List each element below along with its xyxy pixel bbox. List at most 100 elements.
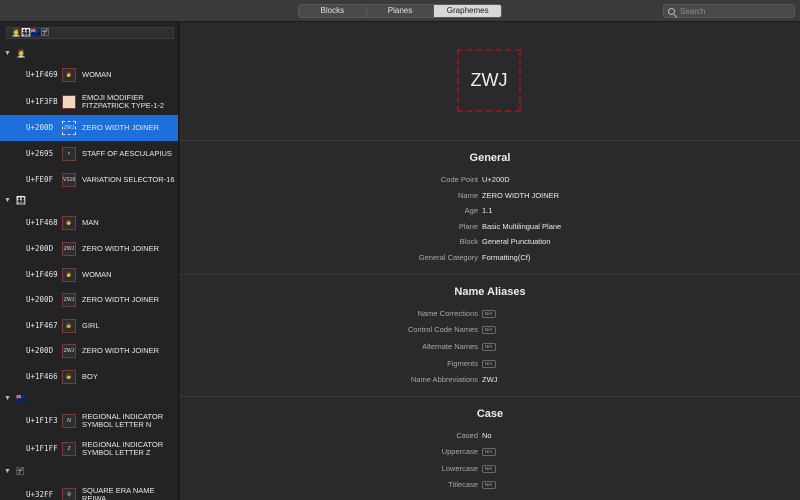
- list-item[interactable]: U+FE0F VS16 VARIATION SELECTOR-16: [0, 167, 178, 193]
- code-point: U+1F1FF: [26, 444, 58, 453]
- view-segmented-control[interactable]: Blocks Planes Graphemes: [298, 4, 502, 18]
- tab-graphemes[interactable]: Graphemes: [434, 5, 501, 17]
- group-header[interactable]: ▼ 🈓: [0, 465, 178, 479]
- prop-value: Formatting(Cf): [482, 253, 531, 262]
- glyph-box: ZWJ: [62, 242, 76, 256]
- list-item[interactable]: U+1F469 👩 WOMAN: [0, 62, 178, 88]
- search-input[interactable]: [680, 6, 790, 16]
- divider: [180, 274, 800, 275]
- char-name: WOMAN: [82, 69, 112, 79]
- prop-cased: Cased No: [180, 429, 800, 443]
- prop-key: Alternate Names: [422, 342, 478, 351]
- na-badge: N/A: [482, 360, 496, 369]
- list-item-selected[interactable]: U+200D ZWJ ZERO WIDTH JOINER: [0, 115, 178, 141]
- list-item[interactable]: U+1F3FB EMOJI MODIFIER FITZPATRICK TYPE-…: [0, 89, 178, 115]
- glyph-box: ⚕: [62, 147, 76, 161]
- char-name: SQUARE ERA NAME REIWA: [82, 485, 155, 500]
- glyph-box: N: [62, 414, 76, 428]
- disclosure-triangle-icon[interactable]: ▼: [4, 47, 11, 61]
- divider: [180, 140, 800, 141]
- prop-key: Name: [457, 191, 478, 200]
- prop-key: Age: [464, 206, 478, 215]
- prop-plane: Plane Basic Multilingual Plane: [180, 220, 800, 234]
- prop-key: Uppercase: [441, 447, 478, 456]
- detail-pane: ZWJ General Code Point U+200D Name ZERO WI…: [180, 22, 800, 500]
- list-item[interactable]: U+2695 ⚕ STAFF OF AESCULAPIUS: [0, 141, 178, 167]
- grapheme-input[interactable]: 👩‍⚕️👨‍👩‍👧‍👦🇳🇿🈓: [6, 27, 174, 39]
- group-glyph: 🇳🇿: [16, 394, 26, 403]
- glyph-box: 👨: [62, 216, 76, 230]
- glyph-box: ZWJ: [62, 121, 76, 135]
- disclosure-triangle-icon[interactable]: ▼: [4, 194, 11, 208]
- char-name: ZERO WIDTH JOINER: [82, 243, 160, 253]
- group-header[interactable]: ▼ 🇳🇿: [0, 392, 178, 406]
- disclosure-triangle-icon[interactable]: ▼: [4, 392, 11, 406]
- list-item[interactable]: U+1F1FF Z REGIONAL INDICATOR SYMBOL LETT…: [0, 436, 178, 462]
- prop-key: General Category: [418, 253, 478, 262]
- list-item[interactable]: U+1F466 👦 BOY: [0, 364, 178, 390]
- code-point: U+1F467: [26, 321, 58, 330]
- prop-key: Block: [459, 237, 478, 246]
- char-name: BOY: [82, 371, 98, 381]
- prop-name-corrections: Name Corrections N/A: [180, 307, 800, 321]
- divider: [180, 396, 800, 397]
- list-item[interactable]: U+200D ZWJ ZERO WIDTH JOINER: [0, 236, 178, 262]
- na-badge: N/A: [482, 465, 496, 474]
- code-point: U+1F1F3: [26, 416, 58, 425]
- code-point: U+1F469: [26, 70, 58, 79]
- prop-control-code-names: Control Code Names N/A: [180, 323, 800, 337]
- group-header[interactable]: ▼ 👩‍⚕️: [0, 47, 178, 61]
- search-icon: [668, 7, 675, 15]
- list-item[interactable]: U+200D ZWJ ZERO WIDTH JOINER: [0, 338, 178, 364]
- glyph-box: Z: [62, 442, 76, 456]
- list-item[interactable]: U+1F468 👨 MAN: [0, 210, 178, 236]
- prop-key: Name Corrections: [417, 309, 478, 318]
- list-item[interactable]: U+1F467 👧 GIRL: [0, 313, 178, 339]
- group-glyph: 👩‍⚕️: [16, 49, 26, 58]
- prop-value: U+200D: [482, 175, 510, 184]
- list-item[interactable]: U+200D ZWJ ZERO WIDTH JOINER: [0, 287, 178, 313]
- char-name: REGIONAL INDICATOR SYMBOL LETTER Z: [82, 439, 164, 457]
- glyph-preview: ZWJ: [457, 49, 521, 112]
- prop-titlecase: Titlecase N/A: [180, 478, 800, 492]
- code-point: U+200D: [26, 244, 54, 253]
- char-name: ZERO WIDTH JOINER: [82, 345, 160, 355]
- prop-key: Lowercase: [441, 464, 478, 473]
- list-item[interactable]: U+1F1F3 N REGIONAL INDICATOR SYMBOL LETT…: [0, 408, 178, 434]
- tab-planes[interactable]: Planes: [367, 5, 435, 17]
- group-glyph: 🈓: [16, 467, 24, 476]
- glyph-box: 👩: [62, 268, 76, 282]
- prop-lowercase: Lowercase N/A: [180, 462, 800, 476]
- na-badge: N/A: [482, 310, 496, 319]
- prop-value: No: [482, 431, 492, 440]
- disclosure-triangle-icon[interactable]: ▼: [4, 465, 11, 479]
- glyph-box: [62, 95, 76, 109]
- code-point: U+FE0F: [26, 175, 54, 184]
- char-name: ZERO WIDTH JOINER: [82, 294, 160, 304]
- search-field[interactable]: [663, 4, 795, 18]
- prop-key: Code Point: [440, 175, 478, 184]
- code-point: U+1F466: [26, 372, 58, 381]
- char-name: VARIATION SELECTOR-16: [82, 174, 175, 184]
- glyph-box: ZWJ: [62, 293, 76, 307]
- tab-blocks[interactable]: Blocks: [299, 5, 367, 17]
- list-item[interactable]: U+32FF 令 SQUARE ERA NAME REIWA: [0, 482, 178, 500]
- prop-key: Figments: [447, 359, 478, 368]
- code-point: U+1F468: [26, 218, 58, 227]
- group-header[interactable]: ▼ 👨‍👩‍👧‍👦: [0, 194, 178, 208]
- prop-key: Titlecase: [448, 480, 478, 489]
- na-badge: N/A: [482, 326, 496, 335]
- prop-value: ZERO WIDTH JOINER: [482, 191, 560, 200]
- prop-name-abbreviations: Name Abbreviations ZWJ: [180, 373, 800, 387]
- glyph-box: 👩: [62, 68, 76, 82]
- char-name: WOMAN: [82, 269, 112, 279]
- char-name: REGIONAL INDICATOR SYMBOL LETTER N: [82, 411, 164, 429]
- char-name: EMOJI MODIFIER FITZPATRICK TYPE-1-2: [82, 92, 165, 110]
- char-name: ZERO WIDTH JOINER: [82, 122, 160, 132]
- glyph-box: VS16: [62, 173, 76, 187]
- list-item[interactable]: U+1F469 👩 WOMAN: [0, 262, 178, 288]
- prop-key: Control Code Names: [407, 325, 478, 334]
- code-point: U+200D: [26, 346, 54, 355]
- char-name: STAFF OF AESCULAPIUS: [82, 148, 172, 158]
- na-badge: N/A: [482, 343, 496, 352]
